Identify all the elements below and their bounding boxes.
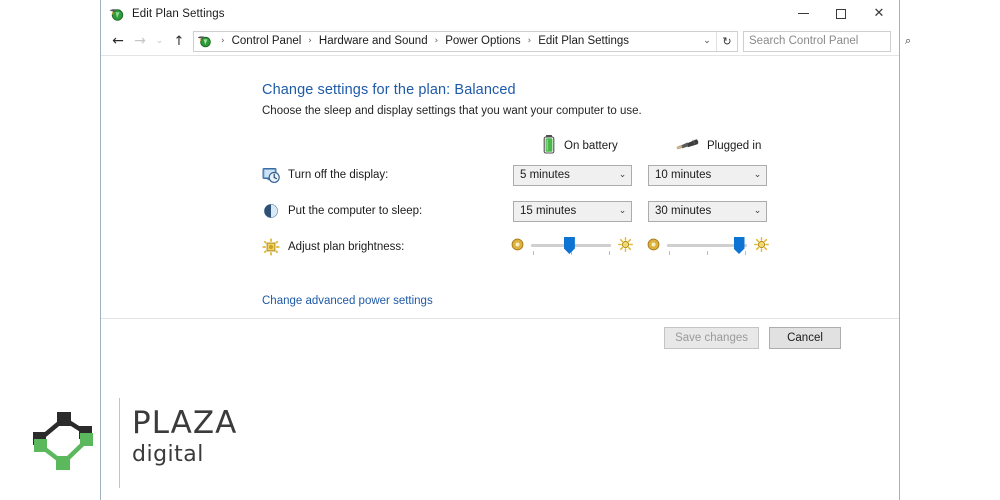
up-arrow-icon: ↑ [173,33,185,49]
address-dropdown-button[interactable]: ⌄ [698,36,716,46]
up-button[interactable]: ↑ [168,30,190,52]
window-title: Edit Plan Settings [132,7,225,20]
breadcrumb-separator: › [221,36,225,46]
search-input[interactable] [744,34,905,48]
display-icon [262,166,280,184]
screenshot-root: Edit Plan Settings ✕ ← → ⌄ ↑ › Control P… [0,0,1000,500]
setting-row-turn-off-display: Turn off the display: 5 minutes ⌄ 10 min… [262,157,899,193]
column-header-plugged-in: Plugged in [673,135,761,157]
chevron-down-icon: ⌄ [618,170,627,180]
plaza-digital-logo: PLAZA digital [22,398,236,488]
cancel-button[interactable]: Cancel [769,326,841,349]
minimize-icon [798,13,809,14]
breadcrumb-item-control-panel[interactable]: Control Panel [230,35,304,47]
window-controls: ✕ [785,0,899,27]
sleep-timeout-plugged-select[interactable]: 30 minutes ⌄ [648,200,767,222]
logo-primary-text: PLAZA [132,405,238,441]
select-value: 5 minutes [520,169,570,181]
change-advanced-power-settings-link[interactable]: Change advanced power settings [262,295,433,307]
slider-thumb-battery[interactable] [563,237,575,254]
breadcrumb-item-power-options[interactable]: Power Options [443,35,522,47]
brightness-low-icon [511,238,524,256]
main-content: Change settings for the plan: Balanced C… [101,56,899,318]
column-header-label: Plugged in [707,140,762,152]
slider-thumb-plugged[interactable] [733,237,745,254]
address-power-icon [197,34,213,48]
forward-arrow-icon: → [134,33,146,49]
breadcrumb-separator: › [308,36,312,46]
search-box[interactable]: ⌕ [743,30,911,52]
back-arrow-icon: ← [112,33,124,49]
slider-track-area[interactable] [667,236,747,258]
address-bar[interactable]: › Control Panel › Hardware and Sound › P… [193,30,738,52]
brightness-low-icon [647,238,660,256]
minimize-button[interactable] [785,0,822,27]
brightness-high-icon [618,237,633,257]
refresh-button[interactable]: ↻ [716,31,737,51]
save-changes-button[interactable]: Save changes [664,326,759,349]
setting-label: Turn off the display: [288,169,389,181]
window-titlebar: Edit Plan Settings ✕ [101,0,899,27]
column-headers: On battery Plugged in [262,134,899,159]
chevron-down-icon: ⌄ [703,36,711,46]
maximize-button[interactable] [822,0,859,27]
chevron-down-icon: ⌄ [618,206,627,216]
breadcrumb-separator: › [527,36,532,46]
footer-actions: Save changes Cancel [101,319,899,356]
battery-icon [542,134,556,159]
select-value: 30 minutes [655,205,712,217]
select-value: 10 minutes [655,169,712,181]
setting-row-adjust-plan-brightness: Adjust plan brightness: [262,229,899,265]
breadcrumb-item-edit-plan-settings[interactable]: Edit Plan Settings [536,35,631,47]
close-icon: ✕ [873,6,885,21]
breadcrumb-item-hardware-and-sound[interactable]: Hardware and Sound [317,35,430,47]
page-title: Change settings for the plan: Balanced [262,82,516,98]
power-plug-icon [673,135,699,158]
brightness-slider-battery[interactable] [511,234,633,260]
brightness-slider-plugged[interactable] [647,234,769,260]
slider-tick [707,251,708,255]
setting-label: Adjust plan brightness: [288,241,405,253]
recent-locations-button[interactable]: ⌄ [151,30,168,52]
column-header-label: On battery [564,140,618,152]
slider-track-area[interactable] [531,236,611,258]
refresh-icon: ↻ [722,34,732,48]
address-bar-actions: ⌄ ↻ [698,31,737,51]
brightness-icon [262,238,280,256]
setting-label: Put the computer to sleep: [288,205,423,217]
setting-row-put-computer-to-sleep: Put the computer to sleep: 15 minutes ⌄ … [262,193,899,229]
forward-button[interactable]: → [129,30,151,52]
logo-secondary-text: digital [132,442,204,467]
chevron-down-icon: ⌄ [753,170,762,180]
breadcrumb: › Control Panel › Hardware and Sound › P… [216,35,698,47]
slider-tick [744,251,746,255]
node-graph-diamond-icon [28,406,100,474]
maximize-icon [835,8,846,19]
column-header-on-battery: On battery [542,134,618,159]
close-button[interactable]: ✕ [859,0,899,27]
logo-wordmark: PLAZA digital [132,408,237,466]
sleep-moon-icon [262,202,280,220]
select-value: 15 minutes [520,205,577,217]
logo-divider [119,398,120,488]
search-icon[interactable]: ⌕ [905,34,911,48]
chevron-down-icon: ⌄ [753,206,762,216]
slider-tick [669,251,671,255]
back-button[interactable]: ← [107,30,129,52]
sleep-timeout-battery-select[interactable]: 15 minutes ⌄ [513,200,632,222]
display-timeout-battery-select[interactable]: 5 minutes ⌄ [513,164,632,186]
slider-tick [608,251,610,255]
breadcrumb-separator: › [434,36,439,46]
navigation-bar: ← → ⌄ ↑ › Control Panel › Hardware and S… [101,27,911,55]
page-subtitle: Choose the sleep and display settings th… [262,105,642,117]
brightness-high-icon [754,237,769,257]
power-plan-icon [109,6,125,22]
chevron-down-icon: ⌄ [155,36,164,46]
slider-tick [533,251,535,255]
display-timeout-plugged-select[interactable]: 10 minutes ⌄ [648,164,767,186]
